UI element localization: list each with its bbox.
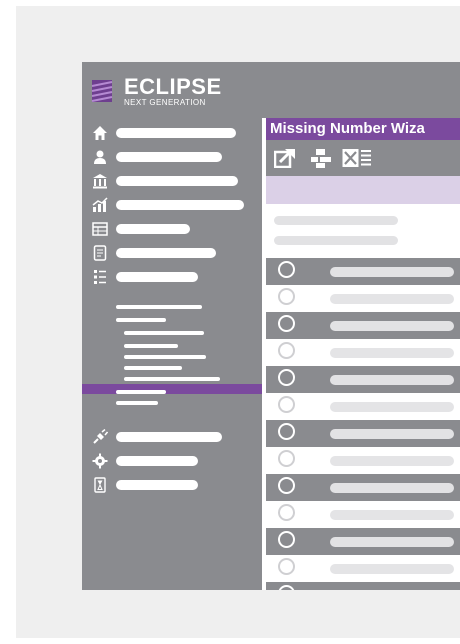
sidebar-item-user[interactable] — [82, 148, 262, 166]
option-row[interactable] — [266, 258, 460, 285]
sidebar-item-label — [116, 200, 244, 210]
sidebar-subitem[interactable] — [124, 366, 182, 370]
option-row[interactable] — [266, 474, 460, 501]
description-line — [274, 236, 398, 245]
sidebar-subitem[interactable] — [116, 401, 158, 405]
sidebar-subitem[interactable] — [124, 355, 206, 359]
option-row[interactable] — [266, 501, 460, 528]
sidebar-item-label — [116, 176, 238, 186]
option-label — [330, 510, 454, 520]
sidebar-item-label — [116, 128, 236, 138]
radio-button[interactable] — [278, 585, 295, 590]
wizard-title-bar: Missing Number Wiza — [266, 118, 460, 140]
option-label — [330, 483, 454, 493]
radio-button[interactable] — [278, 369, 295, 386]
option-row[interactable] — [266, 447, 460, 474]
brand-name: ECLIPSE — [124, 74, 222, 99]
workflow-icon[interactable] — [310, 148, 332, 168]
sidebar-item-label — [116, 456, 198, 466]
sidebar-item-label — [116, 224, 190, 234]
wizard-header-band — [266, 176, 460, 204]
user-icon — [94, 150, 106, 164]
radio-button[interactable] — [278, 477, 295, 494]
radio-button[interactable] — [278, 531, 295, 548]
brand-subtitle: NEXT GENERATION — [124, 98, 206, 107]
sidebar-item-settings[interactable] — [82, 452, 262, 470]
option-label — [330, 375, 454, 385]
sidebar-subitem[interactable] — [124, 377, 220, 381]
sidebar-item-label — [116, 272, 198, 282]
table-icon — [92, 222, 108, 236]
option-label — [330, 267, 454, 277]
option-label — [330, 429, 454, 439]
sidebar-subitem[interactable] — [116, 305, 202, 309]
app-header: ECLIPSE NEXT GENERATION — [82, 62, 460, 118]
timer-icon — [94, 477, 106, 493]
sidebar-active-highlight — [82, 384, 262, 394]
sidebar-subitem[interactable] — [124, 344, 178, 348]
chart-icon — [92, 197, 108, 212]
description-line — [274, 216, 398, 225]
sidebar-item-label — [116, 152, 222, 162]
sidebar-subitem[interactable] — [116, 390, 166, 394]
option-label — [330, 294, 454, 304]
sidebar-item-plug[interactable] — [82, 428, 262, 446]
option-row[interactable] — [266, 528, 460, 555]
export-icon[interactable] — [274, 148, 296, 168]
sidebar-item-list[interactable] — [82, 268, 262, 286]
bank-icon — [93, 174, 107, 189]
sidebar — [82, 118, 262, 590]
wizard-toolbar — [266, 140, 460, 176]
wizard-description — [266, 204, 460, 258]
radio-button[interactable] — [278, 396, 295, 413]
option-label — [330, 564, 454, 574]
home-icon — [93, 126, 107, 140]
radio-button[interactable] — [278, 423, 295, 440]
sidebar-item-bank[interactable] — [82, 172, 262, 190]
sidebar-item-label — [116, 248, 216, 258]
sidebar-item-label — [116, 432, 222, 442]
radio-button[interactable] — [278, 558, 295, 575]
option-row[interactable] — [266, 312, 460, 339]
sidebar-subitem[interactable] — [116, 318, 166, 322]
eclipse-logo-icon — [91, 80, 113, 102]
sidebar-item-label — [116, 480, 198, 490]
option-label — [330, 402, 454, 412]
gear-icon — [92, 453, 108, 469]
radio-button[interactable] — [278, 261, 295, 278]
option-row[interactable] — [266, 555, 460, 582]
sidebar-item-chart[interactable] — [82, 196, 262, 214]
radio-button[interactable] — [278, 342, 295, 359]
radio-button[interactable] — [278, 504, 295, 521]
sidebar-item-document[interactable] — [82, 244, 262, 262]
option-row[interactable] — [266, 339, 460, 366]
option-label — [330, 456, 454, 466]
wizard-title: Missing Number Wiza — [270, 120, 425, 137]
sidebar-subitem-active[interactable] — [124, 331, 204, 335]
app-window: ECLIPSE NEXT GENERATION Missing Number W… — [82, 62, 460, 590]
option-row[interactable] — [266, 285, 460, 312]
wizard-panel: Missing Number Wiza — [266, 118, 460, 590]
option-row[interactable] — [266, 393, 460, 420]
radio-button[interactable] — [278, 288, 295, 305]
document-icon — [93, 245, 107, 261]
option-row[interactable] — [266, 582, 460, 590]
option-label — [330, 321, 454, 331]
sidebar-item-timer[interactable] — [82, 476, 262, 494]
sidebar-item-home[interactable] — [82, 124, 262, 142]
plug-icon — [93, 429, 108, 444]
list-icon — [94, 270, 106, 284]
option-label — [330, 537, 454, 547]
excel-icon[interactable] — [342, 148, 372, 168]
option-row[interactable] — [266, 366, 460, 393]
sidebar-item-table[interactable] — [82, 220, 262, 238]
option-row[interactable] — [266, 420, 460, 447]
radio-button[interactable] — [278, 315, 295, 332]
option-label — [330, 348, 454, 358]
radio-button[interactable] — [278, 450, 295, 467]
